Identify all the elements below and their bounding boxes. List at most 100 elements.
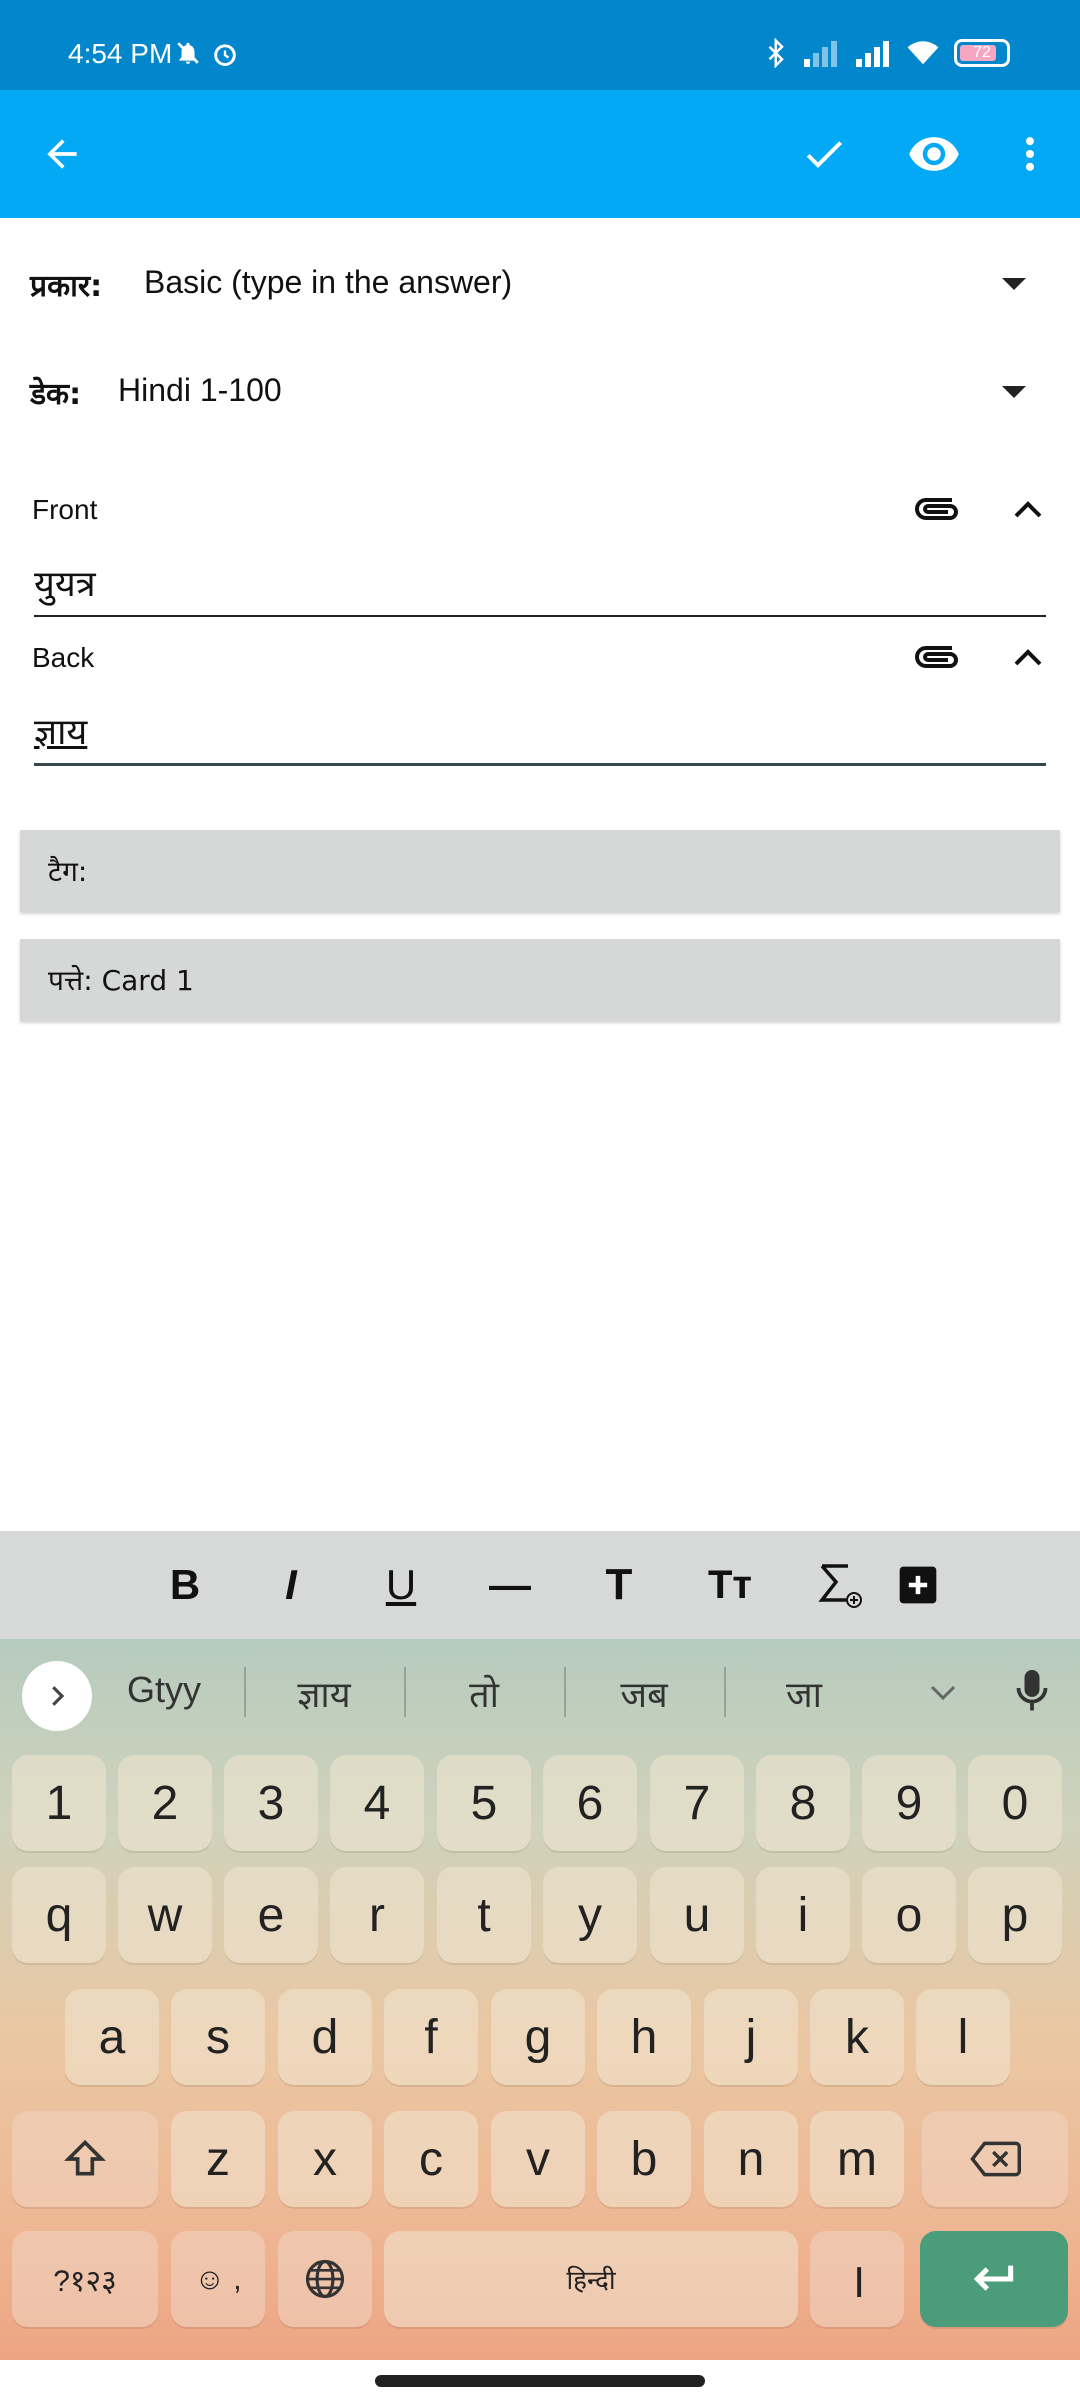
key-5[interactable]: 5 [437,1755,531,1851]
underline-button[interactable]: U [376,1557,426,1613]
mathjax-button[interactable] [816,1557,866,1613]
add-box-icon [899,1566,937,1604]
key-i[interactable]: i [756,1867,850,1963]
deck-label: डेक: [30,377,82,412]
keyboard: Gtyy ज्ञाय तो जब जा 1 2 3 4 5 6 7 8 9 0 … [0,1639,1080,2360]
key-n[interactable]: n [704,2111,798,2207]
space-key[interactable]: हिन्दी [384,2231,798,2327]
preview-button[interactable] [900,120,968,188]
key-b[interactable]: b [597,2111,691,2207]
tags-label: टैग: [48,855,88,888]
key-f[interactable]: f [384,1989,478,2085]
key-t[interactable]: t [437,1867,531,1963]
language-key[interactable] [278,2231,372,2327]
enter-key[interactable] [920,2231,1068,2327]
key-k[interactable]: k [810,1989,904,2085]
key-x[interactable]: x [278,2111,372,2207]
front-field-label: Front [32,494,98,525]
suggestion[interactable]: जब [574,1669,714,1718]
microphone-icon[interactable] [1014,1667,1050,1715]
key-m[interactable]: m [810,2111,904,2207]
tags-button[interactable]: टैग: [20,830,1060,912]
deck-value[interactable]: Hindi 1-100 [118,372,282,409]
key-e[interactable]: e [224,1867,318,1963]
key-y[interactable]: y [543,1867,637,1963]
eye-icon [909,137,959,171]
suggestion[interactable]: जा [734,1669,874,1718]
font-size-button[interactable]: Tт [700,1557,760,1613]
key-p[interactable]: p [968,1867,1062,1963]
front-field-input[interactable]: युयत्र [34,558,1046,617]
key-w[interactable]: w [118,1867,212,1963]
key-s[interactable]: s [171,1989,265,2085]
cards-button[interactable]: पत्ते: Card 1 [20,939,1060,1021]
key-4[interactable]: 4 [330,1755,424,1851]
key-r[interactable]: r [330,1867,424,1963]
key-v[interactable]: v [491,2111,585,2207]
backspace-icon [970,2141,1021,2177]
key-1[interactable]: 1 [12,1755,106,1851]
signal-strong-icon [856,41,889,67]
key-q[interactable]: q [12,1867,106,1963]
key-o[interactable]: o [862,1867,956,1963]
status-icons-right: 72 [766,38,1010,68]
key-7[interactable]: 7 [650,1755,744,1851]
attach-icon[interactable] [912,640,962,674]
symbols-key[interactable]: ?१२३ [12,2231,158,2327]
keyboard-expand-button[interactable] [22,1661,92,1731]
chevron-up-icon[interactable] [1008,494,1048,524]
note-type-dropdown-icon[interactable] [1002,278,1026,290]
bluetooth-icon [768,38,784,68]
key-9[interactable]: 9 [862,1755,956,1851]
key-3[interactable]: 3 [224,1755,318,1851]
key-l[interactable]: l [916,1989,1010,2085]
emoji-key[interactable]: ☺ , [171,2231,265,2327]
status-time: 4:54 PM [68,38,173,69]
key-c[interactable]: c [384,2111,478,2207]
sigma-plus-icon [818,1564,862,1608]
home-gesture-handle[interactable] [375,2375,705,2387]
key-z[interactable]: z [171,2111,265,2207]
key-2[interactable]: 2 [118,1755,212,1851]
key-u[interactable]: u [650,1867,744,1963]
more-options-button[interactable] [996,120,1064,188]
font-button[interactable]: T [594,1557,644,1613]
save-button[interactable] [790,120,858,188]
chevron-up-icon[interactable] [1008,642,1048,672]
add-toolbar-item-button[interactable] [896,1557,940,1613]
battery-icon: 72 [954,39,1010,67]
back-field-input[interactable]: ज्ञाय [34,706,1046,766]
deck-dropdown-icon[interactable] [1002,386,1026,398]
cards-label: पत्ते: Card 1 [48,964,194,997]
key-h[interactable]: h [597,1989,691,2085]
globe-icon [305,2259,345,2299]
italic-button[interactable]: I [266,1557,316,1613]
suggestion[interactable]: तो [414,1669,554,1718]
key-8[interactable]: 8 [756,1755,850,1851]
enter-icon [973,2265,1014,2291]
gesture-bar [0,2360,1080,2400]
back-button[interactable] [28,120,96,188]
shift-key[interactable] [12,2111,158,2207]
key-j[interactable]: j [704,1989,798,2085]
danda-key[interactable]: । [810,2231,904,2327]
bold-button[interactable]: B [160,1557,210,1613]
app-bar [0,90,1080,218]
chevron-down-icon[interactable] [926,1679,960,1705]
key-0[interactable]: 0 [968,1755,1062,1851]
attach-icon[interactable] [912,492,962,526]
key-6[interactable]: 6 [543,1755,637,1851]
key-a[interactable]: a [65,1989,159,2085]
status-icons-left [175,40,239,68]
suggestion[interactable]: ज्ञाय [254,1669,394,1718]
signal-weak-icon [804,41,837,67]
horizontal-rule-button[interactable]: — [480,1557,540,1613]
key-d[interactable]: d [278,1989,372,2085]
suggestion[interactable]: Gtyy [94,1669,234,1711]
suggestion-bar: Gtyy ज्ञाय तो जब जा [0,1639,1080,1741]
key-g[interactable]: g [491,1989,585,2085]
backspace-key[interactable] [922,2111,1068,2207]
alarm-icon [214,44,236,66]
note-type-value[interactable]: Basic (type in the answer) [144,264,512,301]
arrow-left-icon [47,139,77,169]
